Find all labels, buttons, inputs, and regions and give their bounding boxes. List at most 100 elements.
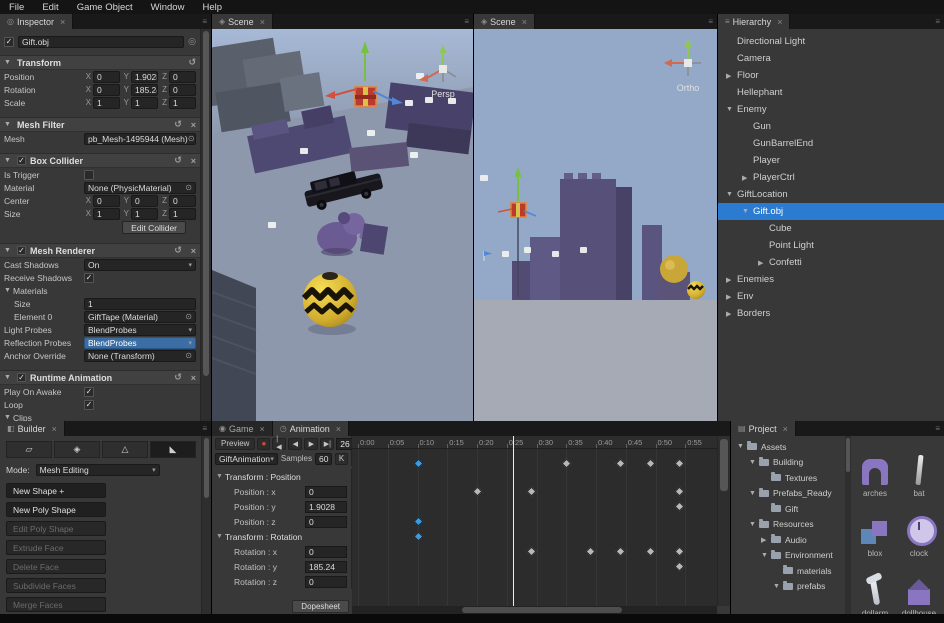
foldout-arrow-icon[interactable]: ▶ bbox=[726, 276, 737, 284]
keyframe-diamond-selected[interactable] bbox=[413, 458, 423, 469]
project-folder-item[interactable]: ▼ Environment bbox=[731, 548, 845, 564]
scrollbar-thumb[interactable] bbox=[204, 438, 209, 498]
hierarchy-item[interactable]: ▶ Env bbox=[718, 288, 944, 305]
preview-button[interactable]: Preview bbox=[215, 437, 256, 450]
tab-project[interactable]: ▤ Project × bbox=[731, 421, 796, 436]
material-field[interactable]: None (PhysicMaterial) ⊙ bbox=[84, 181, 196, 194]
keyframe-diamond[interactable] bbox=[645, 458, 655, 469]
hierarchy-item[interactable]: ▶ Enemies bbox=[718, 271, 944, 288]
z-value-field[interactable]: 0 bbox=[169, 83, 196, 96]
animation-property-row[interactable]: Position : z 0 bbox=[212, 514, 351, 529]
hierarchy-item[interactable]: Point Light bbox=[718, 237, 944, 254]
foldout-arrow-icon[interactable]: ▶ bbox=[758, 259, 769, 267]
foldout-arrow-icon[interactable]: ▼ bbox=[4, 121, 13, 128]
dopesheet-grid[interactable] bbox=[352, 449, 717, 606]
object-name-field[interactable]: Gift.obj bbox=[18, 35, 185, 48]
keyframe-diamond[interactable] bbox=[526, 546, 536, 557]
object-picker-icon[interactable]: ⊙ bbox=[185, 351, 192, 360]
mesh-renderer-section-header[interactable]: ▼ ✓ Mesh Renderer ↺ × bbox=[0, 243, 200, 258]
animation-hscrollbar[interactable] bbox=[352, 606, 717, 614]
foldout-arrow-icon[interactable]: ▼ bbox=[4, 59, 13, 66]
keyframe-diamond[interactable] bbox=[526, 486, 536, 497]
menu-item[interactable]: Window bbox=[142, 0, 194, 14]
keyframe-diamond[interactable] bbox=[674, 458, 685, 469]
builder-action-button[interactable]: Delete Face bbox=[6, 559, 106, 574]
object-picker-icon[interactable]: ⊙ bbox=[188, 134, 195, 143]
panel-menu-icon[interactable]: ≡ bbox=[460, 17, 473, 26]
prev-key-button[interactable]: ◀ bbox=[288, 437, 303, 450]
project-folder-item[interactable]: ▼ Assets bbox=[731, 439, 845, 455]
foldout-arrow-icon[interactable]: ▼ bbox=[742, 208, 753, 215]
y-value-field[interactable]: 1.90281 bbox=[131, 70, 158, 83]
go-to-start-button[interactable]: |◀ bbox=[272, 436, 287, 451]
project-folder-item[interactable]: ▼ Building bbox=[731, 455, 845, 471]
remove-component-icon[interactable]: × bbox=[191, 373, 196, 383]
foldout-arrow-icon[interactable]: ▼ bbox=[749, 521, 759, 528]
go-to-end-button[interactable]: ▶| bbox=[320, 437, 335, 450]
foldout-arrow-icon[interactable]: ▼ bbox=[4, 374, 13, 381]
asset-thumbnail[interactable]: blox bbox=[854, 500, 896, 558]
menu-item[interactable]: Edit bbox=[33, 0, 67, 14]
close-icon[interactable]: × bbox=[777, 17, 782, 27]
property-value-field[interactable]: 0 bbox=[305, 545, 347, 558]
hierarchy-item[interactable]: Hellephant bbox=[718, 84, 944, 101]
face-mode-tool-icon[interactable]: △ bbox=[102, 441, 148, 458]
mesh-filter-section-header[interactable]: ▼ Mesh Filter ↺ × bbox=[0, 117, 200, 132]
center-x-field[interactable]: 0 bbox=[93, 194, 120, 207]
animation-property-row[interactable]: Position : x 0 bbox=[212, 484, 351, 499]
foldout-arrow-icon[interactable]: ▶ bbox=[726, 293, 737, 301]
hierarchy-item[interactable]: ▶ Confetti bbox=[718, 254, 944, 271]
tab-scene-persp[interactable]: ◈ Scene × bbox=[212, 14, 273, 29]
tab-scene-ortho[interactable]: ◈ Scene × bbox=[474, 14, 535, 29]
is-trigger-checkbox[interactable] bbox=[84, 169, 94, 180]
foldout-arrow-icon[interactable]: ▼ bbox=[726, 191, 737, 198]
mesh-field[interactable]: pb_Mesh-1495944 (Mesh) ⊙ bbox=[84, 132, 196, 145]
foldout-arrow-icon[interactable]: ▼ bbox=[749, 490, 759, 497]
component-enabled-checkbox[interactable]: ✓ bbox=[17, 373, 26, 382]
play-button[interactable]: ▶ bbox=[304, 437, 319, 450]
samples-field[interactable]: 60 bbox=[315, 452, 332, 465]
property-value-field[interactable]: 0 bbox=[305, 515, 347, 528]
size-y-field[interactable]: 1 bbox=[131, 207, 158, 220]
hierarchy-item[interactable]: Directional Light bbox=[718, 33, 944, 50]
hierarchy-item[interactable]: ▼ Enemy bbox=[718, 101, 944, 118]
size-z-field[interactable]: 1 bbox=[169, 207, 196, 220]
close-icon[interactable]: × bbox=[522, 17, 527, 27]
reset-icon[interactable]: ↺ bbox=[188, 57, 196, 68]
anchor-override-field[interactable]: None (Transform) ⊙ bbox=[84, 349, 196, 362]
keyframe-diamond[interactable] bbox=[472, 486, 483, 497]
reflection-probes-dropdown[interactable]: BlendProbes ▾ bbox=[84, 336, 196, 349]
materials-size-field[interactable]: 1 bbox=[84, 297, 196, 310]
keyframe-diamond[interactable] bbox=[561, 458, 572, 469]
project-folder-item[interactable]: ▼ Resources bbox=[731, 517, 845, 533]
scrollbar-thumb[interactable] bbox=[720, 439, 728, 491]
project-folder-item[interactable]: ▼ prefabs bbox=[731, 579, 845, 595]
tab-game[interactable]: ◉ Game × bbox=[212, 421, 273, 436]
x-value-field[interactable]: 0 bbox=[93, 70, 120, 83]
foldout-arrow-icon[interactable]: ▼ bbox=[737, 443, 747, 450]
foldout-arrow-icon[interactable]: ▼ bbox=[773, 583, 783, 590]
hierarchy-item[interactable]: ▼ GiftLocation bbox=[718, 186, 944, 203]
asset-thumbnail[interactable]: clock bbox=[898, 500, 940, 558]
asset-thumbnail[interactable]: dollhouse bbox=[898, 560, 940, 614]
asset-thumbnail[interactable]: dollarm bbox=[854, 560, 896, 614]
component-enabled-checkbox[interactable]: ✓ bbox=[17, 246, 26, 255]
anim-ruler[interactable]: 0:00 0:05 0:10 0:15 0:20 0:25 0:30 0:35 0:40 0:45… bbox=[352, 436, 717, 449]
y-value-field[interactable]: 185.241 bbox=[131, 83, 158, 96]
foldout-arrow-icon[interactable]: ▼ bbox=[761, 552, 771, 559]
clip-dropdown[interactable]: GiftAnimation ▾ bbox=[215, 452, 278, 465]
asset-thumbnail[interactable]: bat bbox=[898, 440, 940, 498]
x-value-field[interactable]: 1 bbox=[93, 96, 120, 109]
keyframe-diamond[interactable] bbox=[674, 501, 685, 512]
runtime-animation-section-header[interactable]: ▼ ✓ Runtime Animation ↺ × bbox=[0, 370, 200, 385]
close-icon[interactable]: × bbox=[52, 424, 57, 434]
center-z-field[interactable]: 0 bbox=[169, 194, 196, 207]
hierarchy-item[interactable]: ▶ Borders bbox=[718, 305, 944, 322]
animation-property-row[interactable]: Rotation : y 185.24 bbox=[212, 559, 351, 574]
foldout-arrow-icon[interactable]: ▼ bbox=[4, 247, 13, 254]
reset-icon[interactable]: ↺ bbox=[174, 155, 182, 166]
foldout-arrow-icon[interactable]: ▶ bbox=[726, 310, 737, 318]
keyframe-diamond[interactable] bbox=[674, 561, 685, 572]
light-probes-dropdown[interactable]: BlendProbes ▾ bbox=[84, 323, 196, 336]
playhead[interactable] bbox=[512, 436, 514, 606]
